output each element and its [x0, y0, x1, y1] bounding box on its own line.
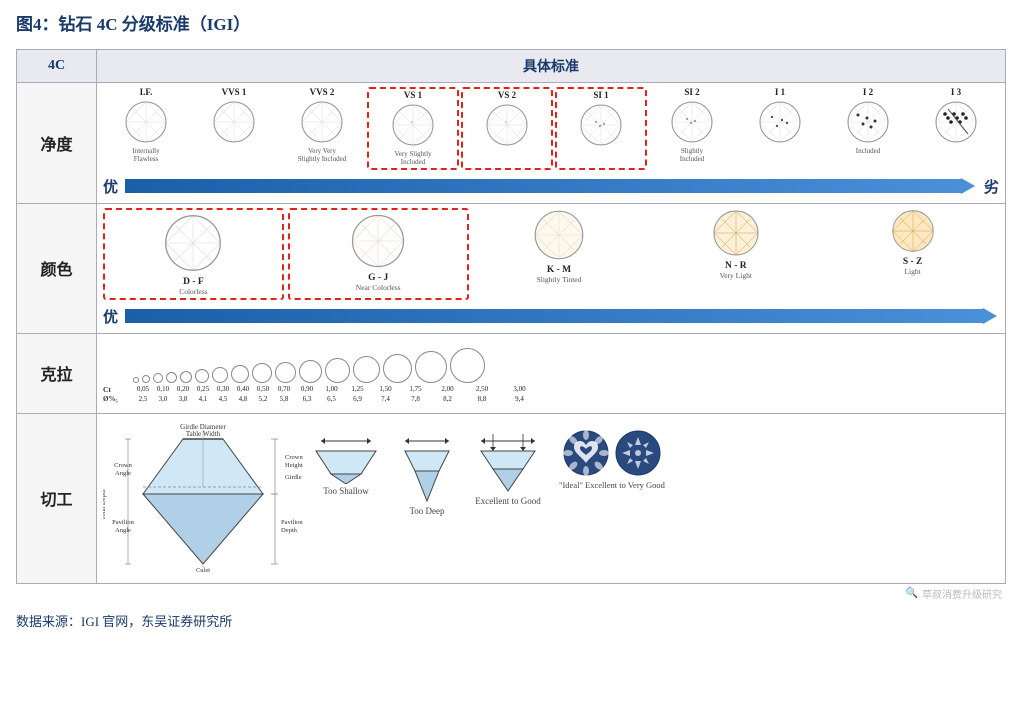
cut-row: 切工 [17, 413, 1006, 583]
page-title: 图4：钻石 4C 分级标准（IGI） [16, 10, 1006, 39]
svg-text:Pavilion: Pavilion [112, 519, 134, 526]
excellent-diamond-svg [473, 429, 543, 494]
carat-circle-2 [153, 373, 163, 383]
header-standards: 具体标准 [97, 50, 1006, 83]
cut-deep: Too Deep [397, 429, 457, 516]
carat-circle-4 [180, 371, 192, 383]
carat-circle-5 [195, 369, 209, 383]
carat-circle-6 [212, 367, 228, 383]
svg-text:Crown: Crown [285, 454, 303, 461]
shallow-label: Too Shallow [323, 486, 369, 496]
carat-label: 克拉 [17, 333, 97, 413]
deep-label: Too Deep [409, 506, 444, 516]
hearts-svg [562, 429, 610, 477]
header-row: 4C 具体标准 [17, 50, 1006, 83]
clarity-grade-item-0: I.F.Internally Flawless [103, 87, 189, 170]
ideal-label: "Ideal" Excellent to Very Good [559, 480, 665, 491]
color-grade-item-1: G - JNear Colorless [288, 208, 469, 300]
carat-circle-15 [450, 348, 485, 383]
svg-text:Table Width: Table Width [186, 430, 221, 438]
carat-row: 克拉 Ct0,050,100,200,250,300,400,500,700,9… [17, 333, 1006, 413]
clarity-diamond-4 [484, 102, 530, 148]
carat-circle-12 [353, 356, 380, 383]
arrows-svg [614, 429, 662, 477]
clarity-grade-item-2: VVS 2Very Very Slightly Included [279, 87, 365, 170]
svg-text:Angle: Angle [115, 527, 131, 534]
clarity-label: 净度 [17, 83, 97, 204]
svg-text:Depth: Depth [281, 527, 298, 534]
carat-circle-13 [383, 354, 412, 383]
carat-circle-7 [231, 365, 249, 383]
clarity-jia: 劣 [981, 176, 999, 197]
cut-ideal: "Ideal" Excellent to Very Good [559, 429, 665, 491]
clarity-arrow [125, 179, 963, 193]
cut-diagram: Girdle Diameter Table Width Crown Angle [103, 419, 303, 578]
svg-text:Total Depth: Total Depth [103, 488, 107, 520]
cut-content: Girdle Diameter Table Width Crown Angle [97, 413, 1006, 583]
clarity-diamond-9 [933, 99, 979, 145]
svg-text:Culet: Culet [196, 567, 210, 574]
svg-text:Height: Height [285, 462, 303, 469]
carat-circle-8 [252, 363, 272, 383]
carat-circle-14 [415, 351, 447, 383]
clarity-grade-item-8: I 2Included [825, 87, 911, 170]
cut-shallow: Too Shallow [311, 429, 381, 496]
clarity-diamond-1 [211, 99, 257, 145]
clarity-diamond-5 [578, 102, 624, 148]
color-grade-item-3: N - RVery Light [649, 208, 822, 300]
shallow-diamond-svg [311, 429, 381, 484]
deep-diamond-svg [397, 429, 457, 504]
watermark-area: 🔍 草叔消费升级研究 [16, 584, 1006, 603]
svg-text:Angle: Angle [115, 470, 131, 477]
svg-text:Pavilion: Pavilion [281, 519, 303, 526]
cut-label: 切工 [17, 413, 97, 583]
watermark: 🔍 草叔消费升级研究 [906, 586, 1002, 601]
color-content: D - FColorlessG - JNear ColorlessK - MSl… [97, 203, 1006, 333]
clarity-grade-item-4: VS 2 [461, 87, 553, 170]
carat-circle-9 [275, 362, 296, 383]
svg-text:Crown: Crown [114, 462, 132, 469]
clarity-grade-item-5: SI 1 [555, 87, 647, 170]
carat-content: Ct0,050,100,200,250,300,400,500,700,901,… [97, 333, 1006, 413]
clarity-diamond-2 [299, 99, 345, 145]
header-4c: 4C [17, 50, 97, 83]
clarity-row: 净度 I.F.Internally FlawlessVVS 1VVS 2Very… [17, 83, 1006, 204]
clarity-diamond-8 [845, 99, 891, 145]
clarity-you: 优 [103, 176, 121, 197]
clarity-diamond-6 [669, 99, 715, 145]
footer-source: 数据来源：IGI 官网，东吴证券研究所 [16, 611, 1006, 630]
clarity-diamond-0 [123, 99, 169, 145]
cut-examples: Too Shallow Too [311, 419, 665, 516]
clarity-diamond-3 [390, 102, 436, 148]
clarity-grade-item-1: VVS 1 [191, 87, 277, 170]
cut-excellent: Excellent to Good [473, 429, 543, 506]
color-grade-item-2: K - MSlightly Tinted [473, 208, 646, 300]
carat-circle-1 [142, 375, 150, 383]
carat-circle-11 [325, 358, 350, 383]
clarity-grade-item-6: SI 2Slightly Included [649, 87, 735, 170]
clarity-content: I.F.Internally FlawlessVVS 1VVS 2Very Ve… [97, 83, 1006, 204]
color-grade-item-0: D - FColorless [103, 208, 284, 300]
clarity-diamond-7 [757, 99, 803, 145]
color-arrow-row: 优 [103, 304, 999, 329]
carat-circle-10 [299, 360, 322, 383]
color-grade-item-4: S - ZLight [826, 208, 999, 300]
cut-diagram-svg: Girdle Diameter Table Width Crown Angle [103, 419, 303, 574]
clarity-grade-item-7: I 1 [737, 87, 823, 170]
color-you: 优 [103, 306, 121, 327]
excellent-label: Excellent to Good [475, 496, 540, 506]
clarity-arrow-row: 优 劣 [103, 174, 999, 199]
clarity-grade-item-9: I 3 [913, 87, 999, 170]
clarity-grade-item-3: VS 1Very Slightly Included [367, 87, 459, 170]
color-arrow [125, 309, 985, 323]
svg-text:Girdle: Girdle [285, 474, 302, 481]
color-label: 颜色 [17, 203, 97, 333]
cut-content-inner: Girdle Diameter Table Width Crown Angle [103, 419, 999, 578]
hearts-arrows [562, 429, 662, 477]
color-row: 颜色 D - FColorlessG - JNear ColorlessK - … [17, 203, 1006, 333]
main-table: 4C 具体标准 净度 I.F.Internally FlawlessVVS 1V… [16, 49, 1006, 584]
carat-circle-3 [166, 372, 177, 383]
carat-circle-0 [133, 377, 139, 383]
